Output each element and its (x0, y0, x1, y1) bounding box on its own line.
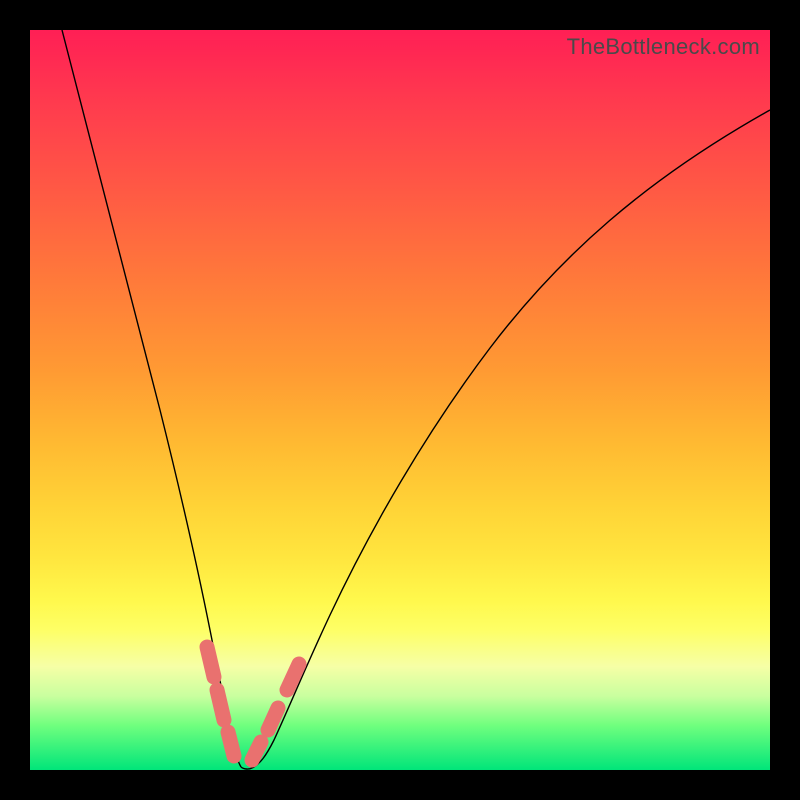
chart-frame: TheBottleneck.com (0, 0, 800, 800)
marker-4 (252, 742, 261, 760)
bottleneck-curve (30, 30, 770, 770)
marker-1 (207, 647, 214, 677)
marker-2 (217, 690, 224, 720)
marker-5 (268, 708, 278, 730)
curve-right (252, 110, 770, 768)
plot-area: TheBottleneck.com (30, 30, 770, 770)
marker-3 (228, 732, 234, 756)
